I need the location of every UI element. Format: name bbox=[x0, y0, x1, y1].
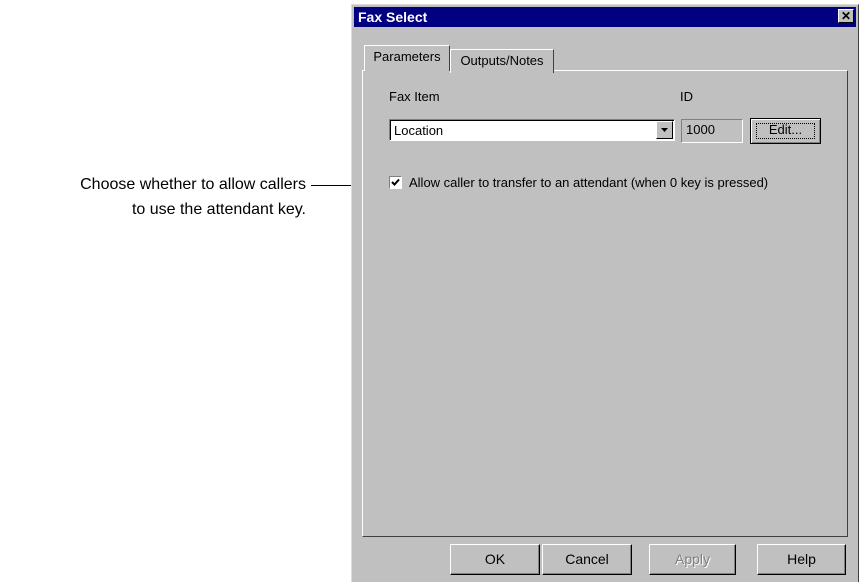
apply-button[interactable]: Apply bbox=[649, 544, 736, 575]
edit-button[interactable]: Edit... bbox=[750, 118, 821, 144]
checkmark-icon bbox=[391, 178, 400, 186]
help-button[interactable]: Help bbox=[757, 544, 846, 575]
fax-item-label: Fax Item bbox=[389, 89, 440, 104]
allow-transfer-checkbox[interactable] bbox=[389, 176, 402, 189]
fax-item-select[interactable]: Location bbox=[389, 119, 675, 141]
close-button[interactable]: ✕ bbox=[838, 9, 854, 23]
title-bar[interactable]: Fax Select ✕ bbox=[354, 7, 856, 27]
dropdown-button[interactable] bbox=[656, 121, 673, 139]
fax-item-value: Location bbox=[394, 123, 444, 138]
callout-text: Choose whether to allow callers to use t… bbox=[0, 172, 306, 222]
tab-parameters[interactable]: Parameters bbox=[364, 45, 450, 71]
window-title: Fax Select bbox=[358, 9, 428, 25]
id-label: ID bbox=[680, 89, 693, 104]
tab-outputs-notes-label: Outputs/Notes bbox=[460, 53, 544, 68]
callout-line-2: to use the attendant key. bbox=[131, 201, 306, 218]
focus-ring bbox=[756, 123, 815, 139]
fax-select-dialog: Fax Select ✕ Fax Item ID Location 1000 E… bbox=[351, 4, 859, 582]
tab-parameters-label: Parameters bbox=[373, 49, 441, 64]
allow-transfer-label[interactable]: Allow caller to transfer to an attendant… bbox=[409, 175, 768, 190]
tab-outputs-notes[interactable]: Outputs/Notes bbox=[450, 49, 554, 73]
close-icon: ✕ bbox=[840, 9, 852, 23]
ok-button[interactable]: OK bbox=[450, 544, 540, 575]
chevron-down-icon bbox=[661, 128, 668, 132]
callout-line-1: Choose whether to allow callers bbox=[80, 176, 306, 193]
tab-panel-parameters: Fax Item ID Location 1000 Edit... Allow … bbox=[362, 70, 848, 537]
id-field: 1000 bbox=[681, 119, 743, 143]
cancel-button[interactable]: Cancel bbox=[542, 544, 632, 575]
